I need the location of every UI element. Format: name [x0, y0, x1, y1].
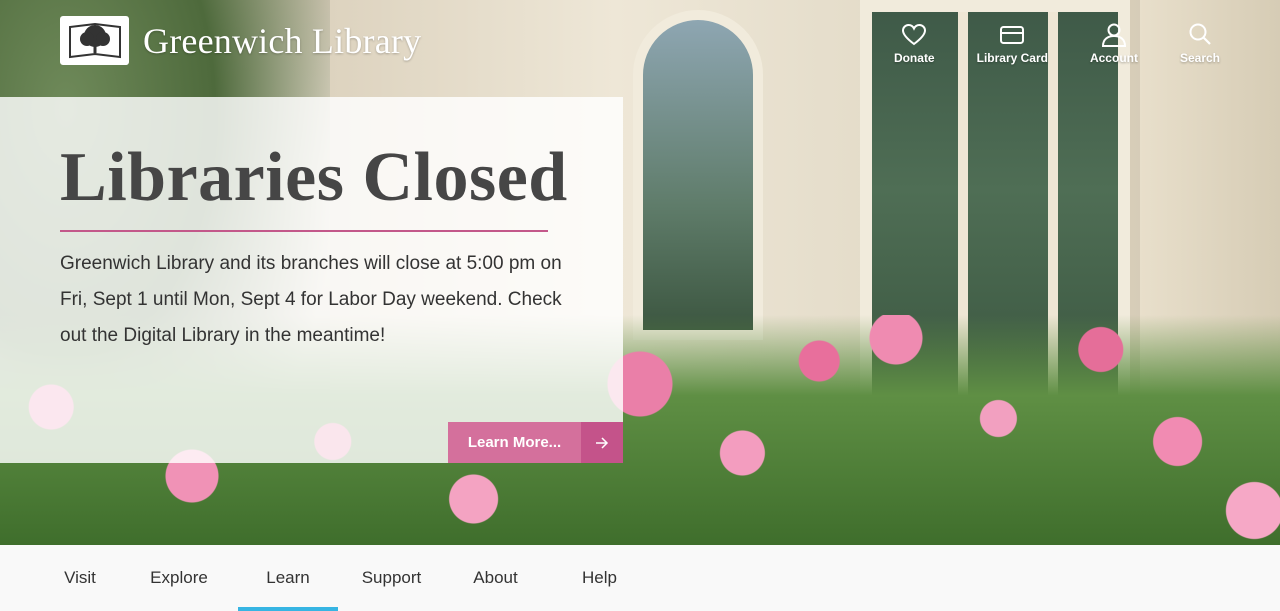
donate-link[interactable]: Donate — [894, 22, 935, 65]
library-card-label: Library Card — [976, 51, 1048, 65]
user-icon — [1101, 23, 1126, 47]
nav-support[interactable]: Support — [338, 545, 445, 611]
site-name: Greenwich Library — [143, 20, 422, 61]
arched-window — [633, 10, 763, 340]
account-link[interactable]: Account — [1090, 22, 1138, 65]
nav-help[interactable]: Help — [546, 545, 653, 611]
main-nav: Visit Explore Learn Support About Help — [0, 545, 1280, 611]
donate-label: Donate — [893, 51, 935, 65]
nav-about[interactable]: About — [445, 545, 546, 611]
learn-more-button[interactable]: Learn More... — [448, 422, 623, 463]
library-card-link[interactable]: Library Card — [977, 22, 1048, 65]
search-link[interactable]: Search — [1180, 22, 1220, 65]
tree-book-icon — [60, 16, 129, 65]
utility-nav: Donate Library Card Account Search — [852, 22, 1220, 65]
heart-icon — [902, 23, 927, 46]
alert-title: Libraries Closed — [60, 139, 568, 216]
arrow-right-icon — [581, 422, 623, 463]
card-icon — [1000, 26, 1025, 44]
search-label: Search — [1179, 51, 1220, 65]
search-icon — [1189, 23, 1211, 45]
nav-learn[interactable]: Learn — [238, 545, 338, 611]
site-logo[interactable]: Greenwich Library — [60, 16, 421, 65]
nav-visit[interactable]: Visit — [40, 545, 120, 611]
learn-more-label: Learn More... — [448, 422, 581, 463]
nav-explore[interactable]: Explore — [120, 545, 238, 611]
title-divider — [60, 230, 548, 232]
alert-body: Greenwich Library and its branches will … — [60, 253, 562, 346]
account-label: Account — [1089, 51, 1138, 65]
